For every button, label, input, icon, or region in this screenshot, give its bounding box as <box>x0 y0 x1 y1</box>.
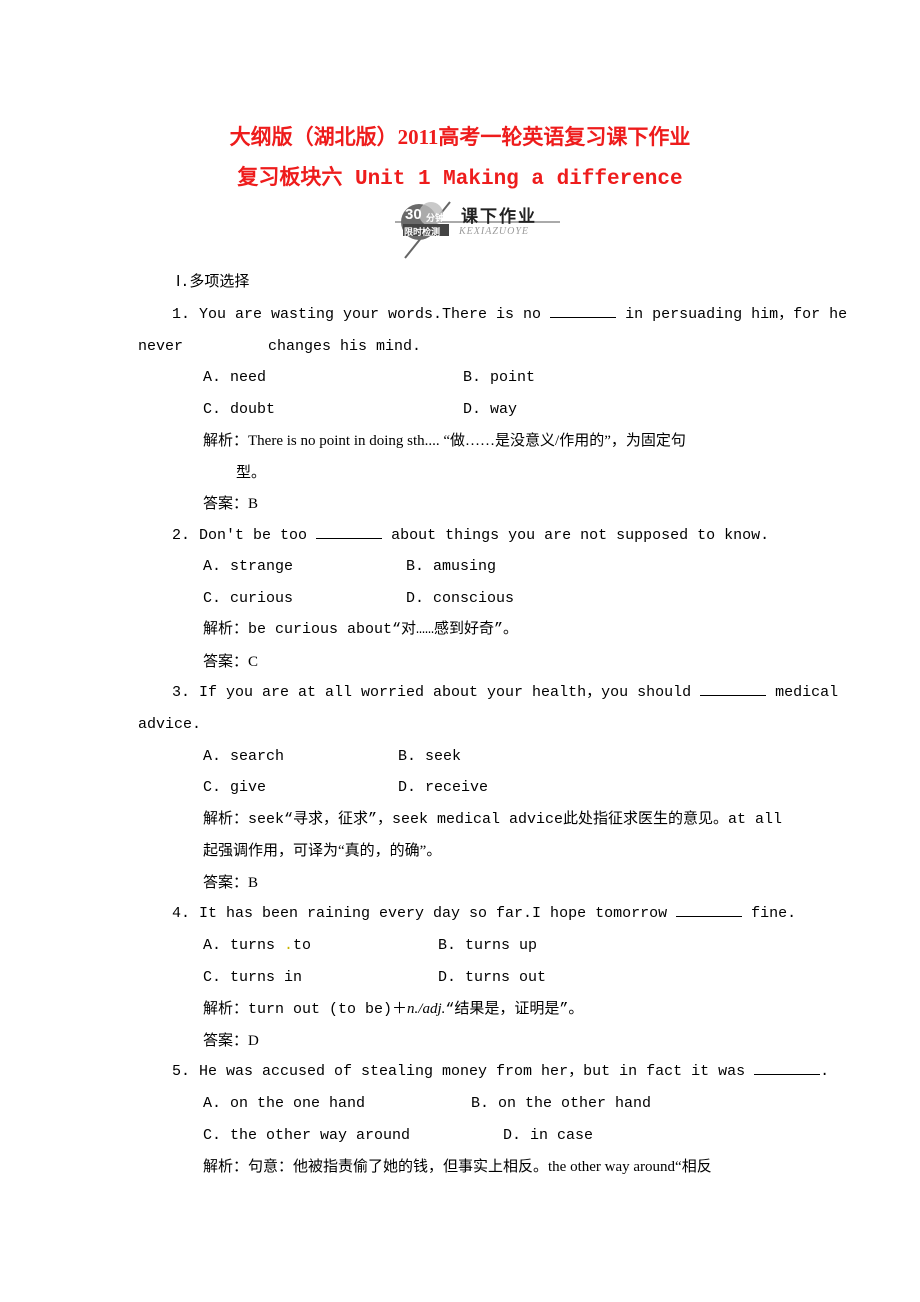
document-subtitle: 复习板块六 Unit 1 Making a difference <box>237 168 683 191</box>
stray-mark: . <box>275 937 294 954</box>
question-3-text: 3. If you are at all worried about your … <box>172 684 692 701</box>
option: D. receive <box>398 779 489 796</box>
question-1-line2a: never <box>138 338 184 355</box>
analysis-text: 解析：turn out (to be)＋ <box>203 1001 408 1018</box>
analysis: 解析：句意：他被指责偷了她的钱，但事实上相反。the other way aro… <box>203 1159 712 1175</box>
logo-pinyin: KEXIAZUOYE <box>459 226 529 237</box>
section-heading: Ⅰ.多项选择 <box>176 274 250 291</box>
question-3-line2: advice. <box>138 716 202 733</box>
homework-logo: 30 分钟 限时检测 课下作业 KEXIAZUOYE <box>395 200 565 262</box>
option: C. curious <box>203 590 294 607</box>
analysis: 解析：be curious about“对……感到好奇”。 <box>203 621 519 638</box>
option: B. seek <box>398 748 462 765</box>
option: B. point <box>463 369 536 386</box>
answer-blank <box>676 904 743 917</box>
question-4-text: 4. It has been raining every day so far.… <box>172 905 668 922</box>
analysis-text-cont: “结果是，证明是”。 <box>445 1001 584 1018</box>
answer: 答案：B <box>203 875 259 891</box>
option-text: A. turns <box>203 937 276 954</box>
question-3-stem: 3. If you are at all worried about your … <box>172 683 838 703</box>
question-1-stem: 1. You are wasting your words.There is n… <box>172 305 847 325</box>
option: D. in case <box>503 1127 594 1144</box>
answer-blank <box>316 526 383 539</box>
option: C. the other way around <box>203 1127 411 1144</box>
analysis: 解析：turn out (to be)＋n./adj.“结果是，证明是”。 <box>203 999 583 1020</box>
option: A. turns .to <box>203 936 311 956</box>
option: D. way <box>463 401 518 418</box>
analysis: 解析：There is no point in doing sth.... “做… <box>203 433 686 449</box>
answer-blank <box>754 1062 821 1075</box>
answer: 答案：C <box>203 654 259 670</box>
option: C. turns in <box>203 969 303 986</box>
option: A. strange <box>203 558 294 575</box>
question-2-text: 2. Don′t be too <box>172 527 308 544</box>
badge-number: 30 <box>405 206 422 223</box>
option: B. on the other hand <box>471 1095 652 1112</box>
question-1-text: 1. You are wasting your words.There is n… <box>172 306 542 323</box>
question-3-text-cont: medical <box>775 684 839 701</box>
analysis: 解析：seek“寻求，征求”，seek medical advice此处指征求医… <box>203 811 783 828</box>
badge-subtitle: 限时检测 <box>404 228 441 238</box>
question-4-stem: 4. It has been raining every day so far.… <box>172 904 796 924</box>
option: D. turns out <box>438 969 547 986</box>
answer: 答案：B <box>203 496 259 512</box>
question-5-stem: 5. He was accused of stealing money from… <box>172 1062 829 1082</box>
answer-blank <box>550 305 617 318</box>
option: B. turns up <box>438 937 538 954</box>
answer: 答案：D <box>203 1033 259 1049</box>
question-5-text: 5. He was accused of stealing money from… <box>172 1063 746 1080</box>
option: A. search <box>203 748 285 765</box>
analysis-italic: n./adj. <box>407 1001 446 1017</box>
question-4-text-cont: fine. <box>751 905 797 922</box>
option: D. conscious <box>406 590 515 607</box>
logo-label: 课下作业 <box>461 207 537 227</box>
question-2-text-cont: about things you are not supposed to kno… <box>391 527 770 544</box>
analysis-cont: 起强调作用，可译为“真的，的确”。 <box>203 843 442 859</box>
option: C. doubt <box>203 401 276 418</box>
analysis-cont: 型。 <box>236 465 267 481</box>
question-1-line2b: changes his mind. <box>268 338 422 355</box>
question-5-text-cont: . <box>820 1063 830 1080</box>
question-1-text-cont: in persuading him，for he <box>625 306 848 323</box>
option: C. give <box>203 779 267 796</box>
badge-unit: 分钟 <box>426 214 445 224</box>
option: A. on the one hand <box>203 1095 366 1112</box>
answer-blank <box>700 683 767 696</box>
option: B. amusing <box>406 558 497 575</box>
option-text-suffix: to <box>293 937 312 954</box>
question-2-stem: 2. Don′t be too about things you are not… <box>172 526 769 546</box>
option: A. need <box>203 369 267 386</box>
document-title: 大纲版（湖北版）2011高考一轮英语复习课下作业 <box>229 125 691 149</box>
